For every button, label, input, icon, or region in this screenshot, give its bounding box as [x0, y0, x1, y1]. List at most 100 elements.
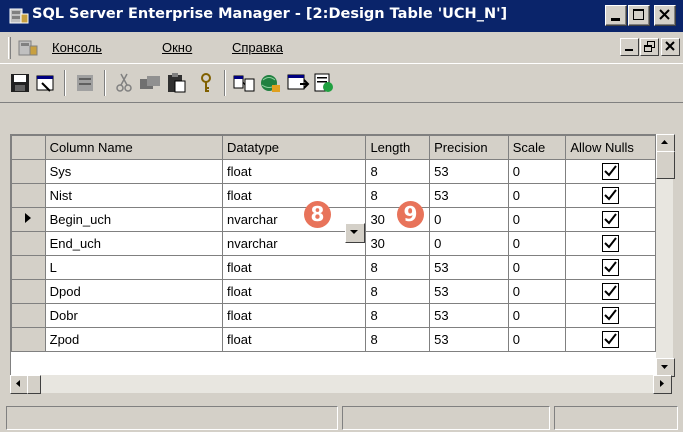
generate-script-icon[interactable]: [312, 71, 336, 95]
column-header-datatype[interactable]: Datatype: [221, 135, 367, 160]
doc-restore-button[interactable]: [640, 38, 659, 56]
cell-column-name[interactable]: Sys: [44, 159, 224, 184]
paste-icon[interactable]: [164, 71, 188, 95]
table-row[interactable]: Sys float 8 53 0: [11, 159, 656, 184]
minimize-button[interactable]: [605, 5, 627, 26]
cell-column-name[interactable]: Begin_uch: [44, 207, 224, 232]
set-primary-key-icon[interactable]: [194, 71, 218, 95]
cell-length[interactable]: 8: [365, 183, 431, 208]
cell-column-name[interactable]: End_uch: [44, 231, 224, 256]
cell-length[interactable]: 8: [365, 279, 431, 304]
cell-length[interactable]: 8: [365, 159, 431, 184]
cell-scale[interactable]: 0: [507, 231, 567, 256]
cell-column-name[interactable]: L: [44, 255, 224, 280]
cell-allow-nulls: [565, 183, 656, 208]
cell-precision[interactable]: 0: [429, 231, 509, 256]
cell-precision[interactable]: 53: [429, 159, 509, 184]
menu-console[interactable]: Консоль: [52, 40, 102, 55]
manage-indexes-icon[interactable]: [74, 71, 98, 95]
doc-close-button[interactable]: [661, 38, 680, 56]
manage-relationships-icon[interactable]: [232, 71, 256, 95]
cell-column-name[interactable]: Zpod: [44, 327, 224, 352]
checkmark-icon: [604, 237, 617, 249]
cell-precision[interactable]: 53: [429, 183, 509, 208]
manage-triggers-icon[interactable]: [286, 71, 310, 95]
allow-nulls-checkbox[interactable]: [602, 211, 620, 229]
maximize-button[interactable]: [628, 5, 650, 26]
row-selector[interactable]: [11, 279, 46, 304]
cell-column-name[interactable]: Nist: [44, 183, 224, 208]
column-header-scale[interactable]: Scale: [507, 135, 567, 160]
row-selector-header[interactable]: [11, 135, 46, 160]
allow-nulls-checkbox[interactable]: [602, 187, 620, 205]
datatype-dropdown-button[interactable]: [345, 223, 365, 243]
row-selector[interactable]: [11, 231, 46, 256]
cell-precision[interactable]: 53: [429, 255, 509, 280]
horizontal-scrollbar[interactable]: [10, 375, 672, 394]
row-selector[interactable]: [11, 183, 46, 208]
scroll-right-button[interactable]: [653, 375, 672, 394]
vertical-scrollbar[interactable]: [656, 134, 675, 377]
cell-column-name[interactable]: Dobr: [44, 303, 224, 328]
allow-nulls-checkbox[interactable]: [602, 259, 620, 277]
allow-nulls-checkbox[interactable]: [602, 283, 620, 301]
copy-icon[interactable]: [138, 71, 162, 95]
cell-scale[interactable]: 0: [507, 327, 567, 352]
cell-precision[interactable]: 53: [429, 279, 509, 304]
row-selector[interactable]: [11, 207, 46, 232]
menu-help[interactable]: Справка: [232, 40, 283, 55]
document-window-icon[interactable]: [18, 38, 38, 58]
cell-length[interactable]: 8: [365, 327, 431, 352]
table-row[interactable]: Lfloat 8 53 0: [11, 255, 656, 280]
cell-scale[interactable]: 0: [507, 183, 567, 208]
cell-scale[interactable]: 0: [507, 255, 567, 280]
cell-column-name[interactable]: Dpod: [44, 279, 224, 304]
cut-icon[interactable]: [112, 71, 136, 95]
cell-length[interactable]: 8: [365, 255, 431, 280]
table-row[interactable]: Nist float 8 53 0: [11, 183, 656, 208]
chevron-down-icon: [350, 230, 358, 234]
cell-datatype[interactable]: float: [221, 159, 367, 184]
table-row[interactable]: Begin_uch nvarchar 30 0 0: [11, 207, 656, 232]
cell-datatype[interactable]: float: [221, 255, 367, 280]
table-row[interactable]: Zpod float 8 53 0: [11, 327, 656, 352]
cell-datatype[interactable]: float: [221, 183, 367, 208]
close-button[interactable]: [654, 5, 676, 26]
table-row[interactable]: Dobr float 8 53 0: [11, 303, 656, 328]
row-selector[interactable]: [11, 327, 46, 352]
allow-nulls-checkbox[interactable]: [602, 163, 620, 181]
hscroll-thumb[interactable]: [27, 375, 41, 394]
table-row[interactable]: Dpod float 8 53 0: [11, 279, 656, 304]
menu-window[interactable]: Окно: [162, 40, 192, 55]
row-selector[interactable]: [11, 255, 46, 280]
row-selector[interactable]: [11, 159, 46, 184]
cell-scale[interactable]: 0: [507, 207, 567, 232]
cell-datatype[interactable]: float: [221, 303, 367, 328]
cell-length[interactable]: 30: [365, 231, 431, 256]
cell-precision[interactable]: 53: [429, 327, 509, 352]
column-header-allow-nulls[interactable]: Allow Nulls: [565, 135, 656, 160]
row-selector[interactable]: [11, 303, 46, 328]
allow-nulls-checkbox[interactable]: [602, 235, 620, 253]
cell-datatype[interactable]: float: [221, 279, 367, 304]
cell-precision[interactable]: 0: [429, 207, 509, 232]
cell-scale[interactable]: 0: [507, 279, 567, 304]
cell-datatype[interactable]: float: [221, 327, 367, 352]
column-header-precision[interactable]: Precision: [429, 135, 509, 160]
header-row: Column Name Datatype Length Precision Sc…: [11, 135, 656, 160]
properties-icon[interactable]: [34, 71, 58, 95]
save-icon[interactable]: [8, 71, 32, 95]
doc-minimize-button[interactable]: [620, 38, 639, 56]
cell-length[interactable]: 8: [365, 303, 431, 328]
scroll-thumb[interactable]: [656, 151, 675, 179]
column-header-name[interactable]: Column Name: [44, 135, 224, 160]
cell-precision[interactable]: 53: [429, 303, 509, 328]
manage-constraints-icon[interactable]: [258, 71, 282, 95]
allow-nulls-checkbox[interactable]: [602, 331, 620, 349]
arrow-up-icon: [661, 140, 668, 144]
column-header-length[interactable]: Length: [365, 135, 431, 160]
allow-nulls-checkbox[interactable]: [602, 307, 620, 325]
table-row[interactable]: End_uch nvarchar 30 0 0: [11, 231, 656, 256]
cell-scale[interactable]: 0: [507, 303, 567, 328]
cell-scale[interactable]: 0: [507, 159, 567, 184]
